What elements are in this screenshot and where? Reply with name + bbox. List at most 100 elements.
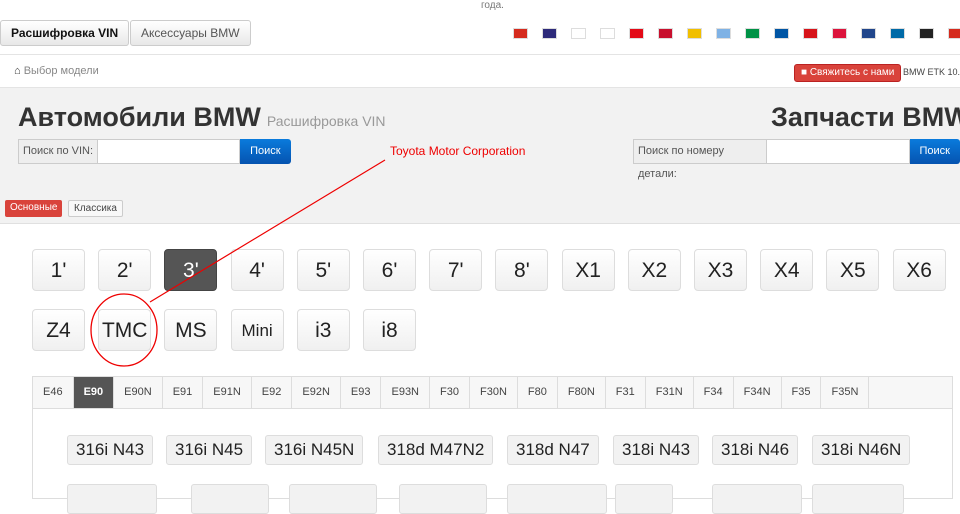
breadcrumb[interactable]: ⌂ Выбор модели — [14, 65, 99, 77]
parts-title: Запчасти BMW — [771, 102, 960, 132]
etk-version: BMW ETK 10.20 — [903, 67, 960, 77]
flag-turkey-icon[interactable] — [629, 28, 644, 39]
engine-button[interactable]: 318i N46N — [812, 435, 911, 465]
engine-button[interactable] — [712, 484, 802, 514]
series-tab[interactable]: F35N — [821, 377, 870, 408]
annotation-label: Toyota Motor Corporation — [390, 144, 526, 158]
engine-panel: 316i N43 316i N45 316i N45N 318d M47N2 318d … — [32, 409, 953, 514]
engine-button[interactable]: 318i N46 — [712, 435, 799, 465]
model-button[interactable]: TMC — [98, 309, 152, 351]
model-button[interactable]: X2 — [627, 249, 681, 291]
series-tab[interactable]: E91 — [163, 377, 204, 408]
engine-button[interactable]: 318d N47 — [507, 435, 599, 465]
flag-thailand-icon[interactable] — [542, 28, 557, 39]
series-tab[interactable]: F31 — [606, 377, 646, 408]
flag-czech-icon[interactable] — [803, 28, 818, 39]
flag-germany-icon[interactable] — [919, 28, 934, 39]
series-tab[interactable]: E91N — [203, 377, 252, 408]
vin-label: Поиск по VIN: — [18, 139, 99, 164]
flag-china-icon[interactable] — [513, 28, 528, 39]
vin-input[interactable] — [98, 139, 241, 164]
engine-button[interactable]: 316i N43 — [67, 435, 154, 465]
model-button[interactable]: 3' — [164, 249, 218, 291]
series-tab[interactable]: F80 — [518, 377, 558, 408]
series-tab[interactable]: F80N — [558, 377, 606, 408]
model-button[interactable]: X5 — [826, 249, 880, 291]
flag-greece-icon[interactable] — [716, 28, 731, 39]
top-note: года. — [481, 0, 504, 11]
flag-portugal-icon[interactable] — [658, 28, 673, 39]
engine-button[interactable] — [67, 484, 157, 514]
model-button[interactable]: Mini — [230, 309, 284, 351]
model-button[interactable]: X3 — [694, 249, 747, 291]
series-tab[interactable]: F34 — [694, 377, 734, 408]
series-tabs: E46 E90 E90N E91 E91N E92 E92N E93 E93N F30 F30N F8… — [32, 376, 953, 409]
contact-button[interactable]: ■ Свяжитесь с нами — [794, 64, 902, 82]
vin-search-button[interactable]: Поиск — [240, 139, 291, 164]
vin-search: Поиск по VIN: Поиск — [18, 139, 291, 164]
user-icon: ■ — [801, 67, 808, 78]
engine-button[interactable] — [507, 484, 607, 514]
model-button[interactable]: i3 — [296, 309, 350, 351]
flag-italy-icon[interactable] — [745, 28, 760, 39]
engine-button[interactable]: 318d M47N2 — [378, 435, 494, 465]
series-tab[interactable]: E90 — [73, 377, 115, 408]
language-flags — [513, 28, 960, 39]
part-input[interactable] — [766, 139, 910, 164]
model-button[interactable]: 7' — [429, 249, 483, 291]
engine-button[interactable] — [191, 484, 269, 514]
engine-button[interactable] — [289, 484, 377, 514]
series-tab[interactable]: F30N — [470, 377, 518, 408]
series-tab[interactable]: F30 — [430, 377, 470, 408]
flag-sweden-icon[interactable] — [890, 28, 905, 39]
model-button[interactable]: 4' — [230, 249, 284, 291]
contact-label: Свяжитесь с нами — [809, 67, 895, 78]
model-button[interactable]: 1' — [32, 249, 85, 291]
engine-button[interactable]: 318i N43 — [613, 435, 700, 465]
flag-korea-icon[interactable] — [571, 28, 586, 39]
title-text: Автомобили BMW — [18, 102, 261, 132]
tab-classic[interactable]: Классика — [68, 200, 123, 217]
home-icon: ⌂ — [14, 65, 21, 77]
flag-france-icon[interactable] — [774, 28, 789, 39]
engine-button[interactable] — [812, 484, 904, 514]
engine-button[interactable] — [399, 484, 487, 514]
breadcrumb-label: Выбор модели — [23, 65, 99, 77]
model-button[interactable]: 6' — [363, 249, 416, 291]
page-title: Автомобили BMW Расшифровка VIN — [18, 102, 386, 133]
series-tab[interactable]: F35 — [782, 377, 822, 408]
accessories-button[interactable]: Аксессуары BMW — [130, 20, 251, 46]
title-sub: Расшифровка VIN — [266, 113, 386, 129]
series-tab[interactable]: F34N — [734, 377, 782, 408]
model-button[interactable]: X4 — [760, 249, 814, 291]
model-button[interactable]: 8' — [495, 249, 549, 291]
series-tab[interactable]: F31N — [646, 377, 694, 408]
flag-japan-icon[interactable] — [600, 28, 615, 39]
series-tab[interactable]: E92N — [292, 377, 341, 408]
series-tab[interactable]: E46 — [33, 377, 74, 408]
flag-spain-icon[interactable] — [687, 28, 702, 39]
flag-poland-icon[interactable] — [832, 28, 847, 39]
model-button[interactable]: i8 — [363, 309, 416, 351]
engine-button[interactable]: 316i N45 — [166, 435, 253, 465]
model-button[interactable]: X1 — [561, 249, 615, 291]
flag-russia-icon[interactable] — [948, 28, 960, 39]
part-label: Поиск по номеру детали: — [633, 139, 767, 180]
vin-decode-button[interactable]: Расшифровка VIN — [0, 20, 130, 46]
model-button[interactable]: 5' — [296, 249, 350, 291]
model-button[interactable]: X6 — [892, 249, 946, 291]
tab-main[interactable]: Основные — [5, 200, 63, 217]
breadcrumb-bar: ⌂ Выбор модели ■ Свяжитесь с нами BMW ET… — [0, 54, 960, 88]
part-search: Поиск по номеру детали: Поиск — [633, 139, 960, 180]
model-button[interactable]: MS — [164, 309, 218, 351]
part-search-button[interactable]: Поиск — [909, 139, 960, 164]
model-button[interactable]: Z4 — [32, 309, 85, 351]
series-tab[interactable]: E90N — [114, 377, 163, 408]
series-tab[interactable]: E93N — [381, 377, 431, 408]
model-button[interactable]: 2' — [98, 249, 152, 291]
series-tab[interactable]: E92 — [252, 377, 293, 408]
series-tab[interactable]: E93 — [341, 377, 382, 408]
engine-button[interactable]: 316i N45N — [265, 435, 364, 465]
engine-button[interactable] — [615, 484, 673, 514]
flag-netherlands-icon[interactable] — [861, 28, 876, 39]
